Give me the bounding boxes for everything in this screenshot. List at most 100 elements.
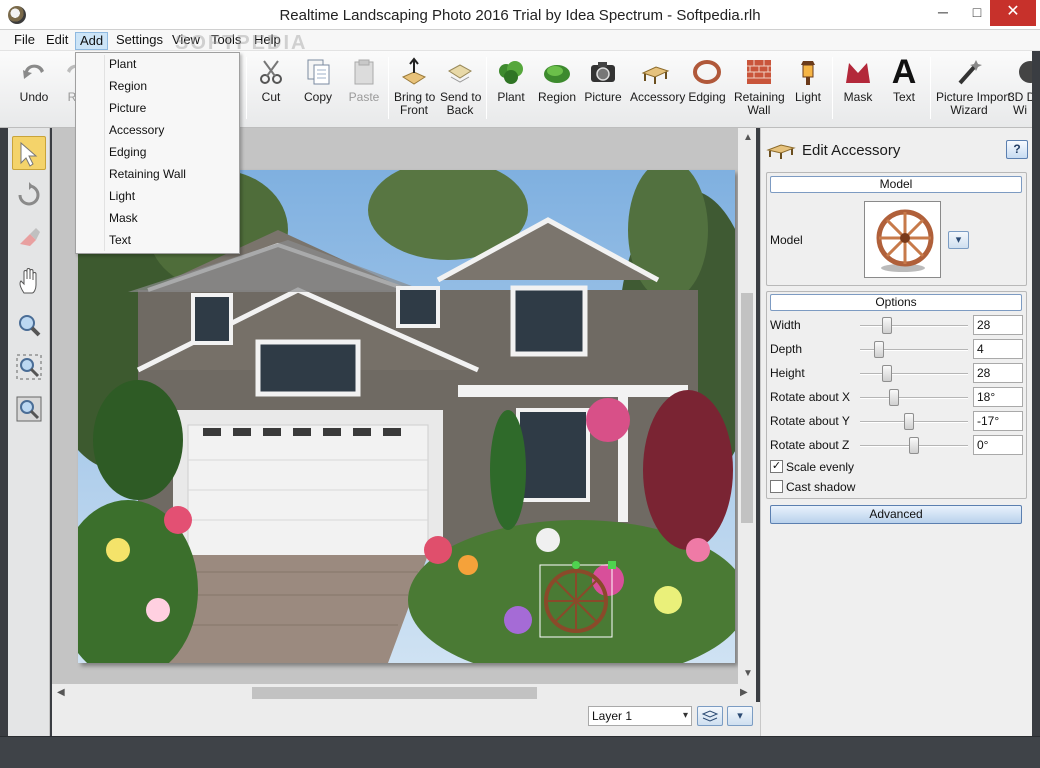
horizontal-scrollbar[interactable]: ◀ ▶ bbox=[52, 684, 756, 702]
menu-edit[interactable]: Edit bbox=[42, 32, 72, 50]
height-slider-knob[interactable] bbox=[882, 365, 892, 382]
window-title: Realtime Landscaping Photo 2016 Trial by… bbox=[279, 7, 761, 24]
add-retaining-wall-button[interactable]: Retaining Wall bbox=[734, 57, 785, 117]
copy-icon bbox=[307, 59, 330, 85]
zoom-fit-icon[interactable] bbox=[12, 350, 46, 384]
add-menu-item-accessory[interactable]: Accessory bbox=[109, 120, 237, 140]
rotate-y-slider-knob[interactable] bbox=[904, 413, 914, 430]
scale-evenly-checkbox[interactable]: ✓ bbox=[770, 460, 783, 473]
rotate-y-field[interactable]: -17° bbox=[973, 411, 1023, 431]
width-slider[interactable] bbox=[860, 317, 968, 334]
depth-field[interactable]: 4 bbox=[973, 339, 1023, 359]
maximize-button[interactable]: □ bbox=[960, 0, 994, 26]
add-picture-button[interactable]: Picture bbox=[584, 57, 622, 104]
help-button[interactable]: ? bbox=[1006, 140, 1028, 159]
height-field[interactable]: 28 bbox=[973, 363, 1023, 383]
rotate-x-slider-knob[interactable] bbox=[889, 389, 899, 406]
depth-slider[interactable] bbox=[860, 341, 968, 358]
width-field[interactable]: 28 bbox=[973, 315, 1023, 335]
scroll-left-arrow-icon[interactable]: ◀ bbox=[57, 687, 65, 698]
add-accessory-button[interactable]: Accessory bbox=[630, 57, 685, 104]
bring-to-front-icon bbox=[401, 57, 427, 85]
toolbar-separator bbox=[930, 57, 931, 119]
paste-button[interactable]: Paste bbox=[346, 57, 382, 104]
hand-pan-icon[interactable] bbox=[12, 264, 46, 298]
close-button[interactable]: ✕ bbox=[990, 0, 1036, 26]
layer-menu-button[interactable]: ▾ bbox=[727, 706, 753, 726]
eraser-icon[interactable] bbox=[12, 220, 46, 254]
copy-button[interactable]: Copy bbox=[300, 57, 336, 104]
add-mask-button[interactable]: Mask bbox=[840, 57, 876, 104]
vertical-scroll-thumb[interactable] bbox=[741, 293, 753, 523]
text-icon: A bbox=[891, 53, 917, 91]
rotate-x-field[interactable]: 18° bbox=[973, 387, 1023, 407]
menu-settings[interactable]: Settings bbox=[112, 32, 167, 50]
scroll-up-arrow-icon[interactable]: ▲ bbox=[743, 132, 753, 143]
brick-wall-icon bbox=[747, 60, 771, 84]
advanced-button[interactable]: Advanced bbox=[770, 505, 1022, 524]
bench-icon bbox=[766, 144, 796, 159]
add-menu-item-mask[interactable]: Mask bbox=[109, 208, 237, 228]
height-slider[interactable] bbox=[860, 365, 968, 382]
model-label: Model bbox=[770, 233, 803, 247]
add-edging-button[interactable]: Edging bbox=[688, 57, 726, 104]
zoom-out-icon[interactable] bbox=[12, 392, 46, 426]
chevron-down-icon: ▾ bbox=[682, 710, 688, 721]
width-slider-knob[interactable] bbox=[882, 317, 892, 334]
layer-select[interactable]: Layer 1 ▾ bbox=[588, 706, 692, 726]
add-light-button[interactable]: Light bbox=[792, 57, 824, 104]
menu-add[interactable]: Add bbox=[75, 32, 109, 50]
model-thumbnail[interactable] bbox=[864, 201, 941, 278]
scissors-icon bbox=[260, 60, 282, 84]
depth-label: Depth bbox=[770, 342, 803, 356]
menu-file[interactable]: File bbox=[10, 32, 39, 50]
chevron-down-icon: ▾ bbox=[737, 710, 743, 722]
vertical-scrollbar[interactable]: ▲ ▼ bbox=[738, 128, 756, 684]
cast-shadow-checkbox[interactable] bbox=[770, 480, 783, 493]
layers-button[interactable] bbox=[697, 706, 723, 726]
add-menu-item-light[interactable]: Light bbox=[109, 186, 237, 206]
cast-shadow-label: Cast shadow bbox=[786, 480, 856, 494]
select-arrow-icon[interactable] bbox=[12, 136, 46, 170]
add-menu-dropdown: Plant Region Picture Accessory Edging Re… bbox=[75, 52, 240, 254]
wizard-wand-icon bbox=[958, 60, 982, 85]
toolbar-separator bbox=[486, 57, 487, 119]
layers-icon bbox=[701, 710, 719, 722]
add-menu-item-plant[interactable]: Plant bbox=[109, 54, 237, 74]
zoom-in-icon[interactable] bbox=[12, 308, 46, 342]
menu-bar: File Edit Add Settings View Tools Help bbox=[0, 30, 1040, 51]
3d-wizard-button[interactable]: 3D D Wi bbox=[1008, 57, 1032, 117]
scroll-down-arrow-icon[interactable]: ▼ bbox=[743, 668, 753, 679]
add-text-button[interactable]: A Text bbox=[886, 53, 922, 104]
add-menu-item-text[interactable]: Text bbox=[109, 230, 237, 250]
add-plant-button[interactable]: Plant bbox=[494, 57, 528, 104]
add-region-button[interactable]: Region bbox=[538, 57, 576, 104]
add-menu-item-edging[interactable]: Edging bbox=[109, 142, 237, 162]
globe-icon bbox=[1019, 61, 1032, 83]
rotate-x-slider[interactable] bbox=[860, 389, 968, 406]
depth-slider-knob[interactable] bbox=[874, 341, 884, 358]
rotate-z-slider[interactable] bbox=[860, 437, 968, 454]
add-menu-item-region[interactable]: Region bbox=[109, 76, 237, 96]
rotate-y-label: Rotate about Y bbox=[770, 414, 850, 428]
horizontal-scroll-thumb[interactable] bbox=[252, 687, 537, 699]
minimize-button[interactable]: ─ bbox=[926, 0, 960, 26]
toolbar-separator bbox=[388, 57, 389, 119]
rotate-z-field[interactable]: 0° bbox=[973, 435, 1023, 455]
add-menu-item-retaining-wall[interactable]: Retaining Wall bbox=[109, 164, 237, 184]
rotate-y-slider[interactable] bbox=[860, 413, 968, 430]
rotate-icon[interactable] bbox=[12, 178, 46, 212]
status-bar bbox=[0, 736, 1040, 768]
bring-to-front-button[interactable]: Bring to Front bbox=[394, 57, 435, 117]
cut-button[interactable]: Cut bbox=[254, 57, 288, 104]
scroll-right-arrow-icon[interactable]: ▶ bbox=[740, 687, 748, 698]
toolbar-separator bbox=[832, 57, 833, 119]
edging-icon bbox=[693, 60, 721, 84]
undo-button[interactable]: Undo bbox=[14, 57, 54, 104]
rotate-z-slider-knob[interactable] bbox=[909, 437, 919, 454]
picture-import-wizard-button[interactable]: Picture Import Wizard bbox=[936, 57, 1011, 117]
model-dropdown-button[interactable]: ▾ bbox=[948, 231, 969, 249]
camera-icon bbox=[591, 62, 615, 82]
send-to-back-button[interactable]: Send to Back bbox=[440, 57, 481, 117]
add-menu-item-picture[interactable]: Picture bbox=[109, 98, 237, 118]
